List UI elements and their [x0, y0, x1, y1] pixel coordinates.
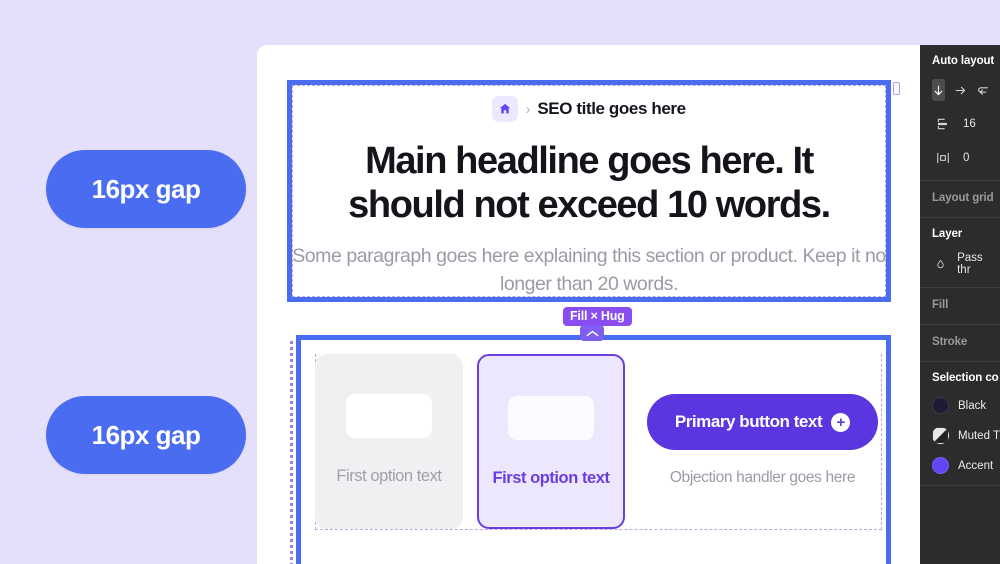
- auto-layout-padding-value[interactable]: 0: [963, 152, 969, 164]
- blend-mode-icon[interactable]: [932, 253, 948, 275]
- auto-layout-padding-row: 0: [932, 147, 988, 169]
- swatch-muted-label: Muted T: [958, 429, 1000, 442]
- layer-blend-row: Pass thr: [932, 252, 988, 276]
- option-card-1-thumbnail: [346, 394, 432, 438]
- cta-column: Primary button text + Objection handler …: [639, 354, 886, 487]
- panel-section-layer: Layer Pass thr: [920, 218, 1000, 288]
- selection-color-row-black[interactable]: Black: [932, 397, 988, 414]
- auto-layout-direction-row: [932, 79, 988, 101]
- plus-circle-icon: +: [831, 412, 851, 432]
- auto-layout-title: Auto layout: [932, 55, 995, 67]
- options-frame-content: First option text First option text Prim…: [301, 340, 886, 564]
- swatch-black[interactable]: [932, 397, 949, 414]
- selection-color-row-muted[interactable]: Muted T: [932, 427, 1000, 444]
- swatch-accent-label: Accent: [958, 459, 994, 472]
- panel-section-stroke: Stroke: [920, 325, 1000, 362]
- panel-section-auto-layout: Auto layout 16 0: [920, 45, 1000, 181]
- option-card-2[interactable]: First option text: [477, 354, 625, 529]
- layout-grid-title: Layout grid: [932, 192, 994, 204]
- option-card-2-thumbnail: [508, 396, 594, 440]
- options-frame-selection[interactable]: First option text First option text Prim…: [296, 335, 891, 564]
- swatch-muted[interactable]: [932, 427, 949, 444]
- option-card-1-label: First option text: [336, 467, 442, 485]
- breadcrumb-title: SEO title goes here: [537, 99, 686, 118]
- selection-colors-title: Selection co: [932, 372, 999, 384]
- panel-section-fill: Fill: [920, 288, 1000, 325]
- wrap-icon[interactable]: [976, 79, 990, 101]
- hero-frame-selection[interactable]: › SEO title goes here Main headline goes…: [287, 80, 891, 302]
- primary-button[interactable]: Primary button text +: [647, 394, 878, 450]
- option-card-2-label: First option text: [492, 469, 610, 487]
- design-canvas[interactable]: › SEO title goes here Main headline goes…: [257, 45, 920, 564]
- arrow-right-icon[interactable]: [954, 79, 967, 101]
- annotation-pill-gap-bottom: 16px gap: [46, 396, 246, 474]
- layer-blend-value[interactable]: Pass thr: [957, 252, 988, 276]
- primary-button-label: Primary button text: [674, 412, 823, 431]
- vertical-gap-icon[interactable]: [932, 113, 954, 135]
- annotation-pill-gap-bottom-label: 16px gap: [91, 419, 201, 450]
- swatch-black-label: Black: [958, 399, 987, 412]
- option-card-1[interactable]: First option text: [315, 354, 463, 529]
- panel-section-selection-colors: Selection co Black Muted T Accent: [920, 362, 1000, 486]
- arrow-down-icon[interactable]: [932, 79, 945, 101]
- padding-icon[interactable]: [932, 147, 954, 169]
- hero-subcopy: Some paragraph goes here explaining this…: [292, 244, 886, 296]
- layer-title: Layer: [932, 228, 963, 240]
- panel-section-layout-grid: Layout grid: [920, 181, 1000, 218]
- spacing-ruler: [290, 341, 293, 564]
- stroke-title: Stroke: [932, 336, 968, 348]
- annotation-pill-gap-top-label: 16px gap: [91, 173, 201, 204]
- inspector-panel[interactable]: Auto layout 16 0 Layout grid Layer Pass …: [920, 45, 1000, 564]
- resize-handle-right[interactable]: [893, 82, 900, 95]
- selection-color-row-accent[interactable]: Accent: [932, 457, 993, 474]
- hero-headline: Main headline goes here. It should not e…: [348, 140, 831, 227]
- auto-layout-gap-value[interactable]: 16: [963, 118, 976, 130]
- annotation-pill-gap-top: 16px gap: [46, 150, 246, 228]
- objection-handler-text: Objection handler goes here: [669, 469, 856, 486]
- fill-hug-badge: Fill × Hug: [563, 307, 632, 326]
- swatch-accent[interactable]: [932, 457, 949, 474]
- fill-title: Fill: [932, 299, 949, 311]
- chevron-right-icon: ›: [525, 100, 531, 118]
- resize-chip-icon[interactable]: [580, 325, 604, 341]
- breadcrumb: › SEO title goes here: [492, 96, 686, 122]
- hero-frame-content: › SEO title goes here Main headline goes…: [292, 85, 886, 297]
- auto-layout-gap-row: 16: [932, 113, 988, 135]
- home-icon[interactable]: [492, 96, 519, 122]
